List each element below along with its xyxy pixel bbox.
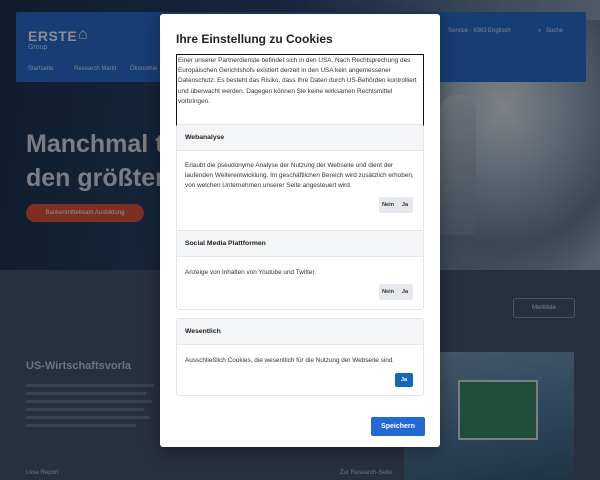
social-media-yes-button[interactable]: Ja	[397, 284, 413, 300]
webanalyse-no-button[interactable]: Nein	[379, 197, 397, 213]
webanalyse-yes-button[interactable]: Ja	[397, 197, 413, 213]
us-privacy-notice: Einer unserer Partnerdienste befindet si…	[176, 54, 424, 130]
category-title: Wesentlich	[177, 319, 423, 345]
dialog-title: Ihre Einstellung zu Cookies	[176, 32, 333, 46]
essential-yes-button[interactable]: Ja	[395, 373, 413, 387]
category-description: Anzeige von Inhalten von Youtube und Twi…	[185, 269, 316, 276]
cookie-dialog: Ihre Einstellung zu Cookies Einer unsere…	[160, 14, 440, 447]
cookie-category-webanalyse: Webanalyse Erlaubt die pseudonyme Analys…	[176, 124, 424, 234]
category-title: Webanalyse	[177, 125, 423, 151]
category-description: Erlaubt die pseudonyme Analyse der Nutzu…	[185, 162, 414, 190]
social-media-toggle: Nein Ja	[379, 284, 413, 300]
category-description: Ausschließlich Cookies, die wesentlich f…	[185, 357, 395, 364]
social-media-no-button[interactable]: Nein	[379, 284, 397, 300]
webanalyse-toggle: Nein Ja	[379, 197, 413, 213]
cookie-category-essential: Wesentlich Ausschließlich Cookies, die w…	[176, 318, 424, 396]
save-button[interactable]: Speichern	[371, 417, 425, 436]
category-title: Social Media Plattformen	[177, 231, 423, 257]
cookie-category-social-media: Social Media Plattformen Anzeige von Inh…	[176, 230, 424, 310]
